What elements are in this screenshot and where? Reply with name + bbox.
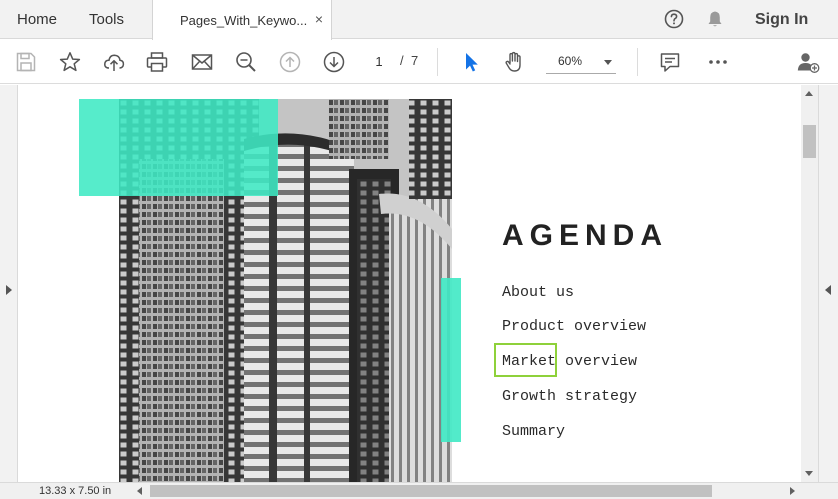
- mail-icon[interactable]: [190, 50, 214, 74]
- select-cursor-icon[interactable]: [459, 50, 483, 74]
- tab-bar: Home Tools Pages_With_Keywo... × Sign In: [0, 0, 838, 40]
- star-icon[interactable]: [58, 50, 82, 74]
- right-panel-toggle[interactable]: [818, 85, 838, 482]
- vertical-scroll-thumb[interactable]: [803, 125, 816, 158]
- document-viewport[interactable]: AGENDA About us Product overview Market …: [19, 85, 801, 482]
- sign-in-button[interactable]: Sign In: [755, 0, 808, 39]
- agenda-item-product-overview: Product overview: [502, 318, 647, 335]
- help-icon[interactable]: [664, 9, 684, 29]
- page-total: 7: [411, 53, 419, 68]
- scroll-up-icon[interactable]: [805, 91, 813, 96]
- notifications-bell-icon[interactable]: [705, 9, 725, 29]
- document-tab-title: Pages_With_Keywo...: [180, 12, 307, 28]
- zoom-search-icon[interactable]: [234, 50, 258, 74]
- hand-icon[interactable]: [502, 50, 526, 74]
- scroll-right-icon[interactable]: [790, 487, 795, 495]
- status-bar: 13.33 x 7.50 in: [0, 482, 838, 499]
- toolbar-divider: [637, 48, 638, 76]
- page-up-icon[interactable]: [278, 50, 302, 74]
- comment-icon[interactable]: [658, 50, 682, 74]
- scroll-down-icon[interactable]: [805, 471, 813, 476]
- toolbar-divider: [437, 48, 438, 76]
- zoom-value: 60%: [558, 54, 583, 68]
- accent-block-top: [79, 99, 278, 196]
- vertical-scrollbar[interactable]: [801, 85, 818, 482]
- expand-right-icon: [6, 285, 12, 295]
- save-icon[interactable]: [14, 50, 38, 74]
- print-icon[interactable]: [145, 50, 169, 74]
- toolbar: 1 / 7 60%: [0, 40, 838, 84]
- tab-tools[interactable]: Tools: [89, 0, 124, 39]
- horizontal-scroll-thumb[interactable]: [150, 485, 712, 497]
- left-panel-toggle[interactable]: [0, 85, 18, 482]
- tab-home[interactable]: Home: [17, 0, 57, 39]
- agenda-title: AGENDA: [502, 219, 669, 252]
- page-number-input[interactable]: 1: [365, 51, 393, 73]
- agenda-item-summary: Summary: [502, 423, 566, 440]
- scroll-left-icon[interactable]: [137, 487, 142, 495]
- agenda-item-about-us: About us: [502, 284, 575, 301]
- page-separator: /: [400, 53, 404, 68]
- expand-left-icon: [825, 285, 831, 295]
- chevron-down-icon: [604, 60, 612, 65]
- zoom-dropdown[interactable]: 60%: [546, 50, 616, 74]
- close-tab-icon[interactable]: ×: [315, 12, 323, 26]
- page-size-label: 13.33 x 7.50 in: [39, 485, 112, 497]
- page-down-icon[interactable]: [322, 50, 346, 74]
- more-icon[interactable]: [706, 50, 730, 74]
- keyword-highlight: [494, 343, 557, 377]
- tab-document[interactable]: Pages_With_Keywo... ×: [152, 0, 332, 40]
- cloud-upload-icon[interactable]: [102, 50, 126, 74]
- agenda-item-growth-strategy: Growth strategy: [502, 388, 638, 405]
- add-user-icon[interactable]: [796, 50, 820, 74]
- accent-block-side: [441, 278, 461, 442]
